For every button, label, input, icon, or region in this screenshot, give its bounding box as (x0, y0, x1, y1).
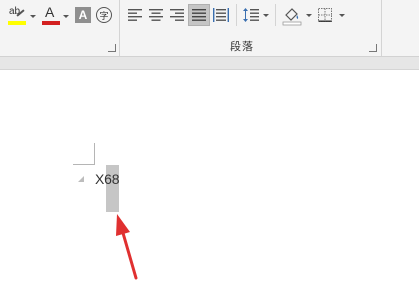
justify-button[interactable] (188, 4, 210, 26)
shading-dropdown-arrow[interactable] (306, 14, 312, 17)
margin-corner-mark-vertical (94, 143, 95, 165)
font-color-icon: A (41, 4, 61, 26)
ribbon-bottom-bar (0, 56, 419, 70)
align-right-button[interactable] (167, 5, 187, 25)
highlight-color-bar (8, 21, 26, 25)
character-shading-button[interactable]: A (74, 6, 92, 24)
shading-icon (282, 6, 302, 26)
align-right-icon (170, 9, 184, 21)
align-left-icon (128, 9, 142, 21)
paragraph-marker-icon (78, 176, 84, 182)
shading-letter: A (78, 8, 88, 22)
justify-icon (192, 9, 206, 21)
enclose-characters-icon: 字 (96, 7, 112, 23)
line-spacing-icon (243, 8, 259, 22)
text-highlight-color-button[interactable]: ab (6, 5, 28, 27)
character-shading-icon: A (75, 7, 91, 23)
distributed-icon (213, 8, 229, 22)
document-text[interactable]: X68 (95, 171, 120, 187)
highlight-dropdown-arrow[interactable] (30, 15, 36, 18)
enclose-char: 字 (99, 11, 109, 22)
borders-dropdown-arrow[interactable] (339, 14, 345, 17)
font-color-button[interactable]: A (40, 4, 62, 27)
line-spacing-dropdown-arrow[interactable] (263, 14, 269, 17)
align-left-button[interactable] (125, 5, 145, 25)
paragraph-group-label: 段落 (230, 40, 254, 53)
font-color-bar (42, 21, 60, 25)
paragraph-dialog-launcher[interactable] (369, 44, 377, 52)
font-color-dropdown-arrow[interactable] (63, 15, 69, 18)
text-highlight-color-icon: ab (7, 6, 27, 26)
group-separator (381, 0, 382, 56)
borders-button[interactable] (315, 5, 335, 25)
align-center-button[interactable] (146, 5, 166, 25)
margin-corner-mark-horizontal (73, 164, 95, 165)
document-page[interactable] (0, 70, 419, 293)
font-dialog-launcher[interactable] (108, 44, 116, 52)
line-spacing-button[interactable] (241, 5, 261, 25)
borders-icon (318, 8, 332, 22)
shading-button[interactable] (281, 5, 303, 27)
group-separator (236, 4, 237, 26)
enclose-characters-button[interactable]: 字 (95, 6, 113, 24)
distributed-button[interactable] (211, 5, 231, 25)
ribbon: ab A A 字 段落 (0, 0, 419, 56)
align-center-icon (149, 9, 163, 21)
group-separator (119, 0, 120, 56)
group-separator (275, 4, 276, 26)
font-color-letter: A (45, 4, 55, 20)
